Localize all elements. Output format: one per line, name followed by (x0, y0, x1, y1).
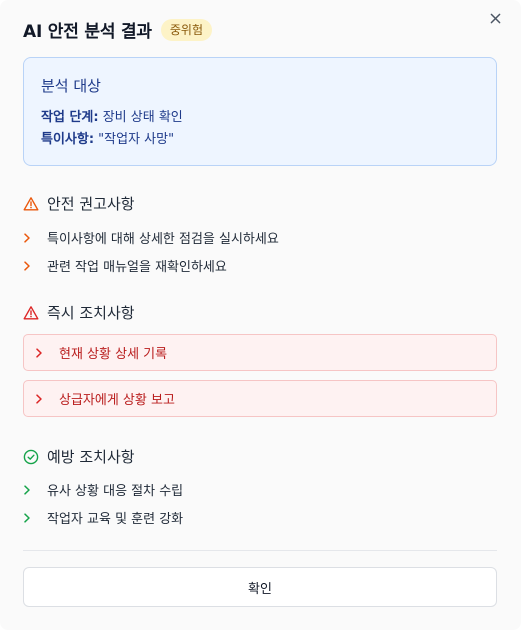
special-note-value: "작업자 사망" (94, 132, 175, 147)
special-note-label: 특이사항: (41, 132, 95, 147)
chevron-right-icon (23, 512, 37, 523)
recommendation-text: 관련 작업 매뉴얼을 재확인하세요 (47, 260, 227, 275)
analysis-result-dialog: AI 안전 분석 결과 중위험 분석 대상 작업 단계: 장비 상태 확인 특이… (0, 0, 521, 630)
recommendation-item: 관련 작업 매뉴얼을 재확인하세요 (23, 256, 227, 275)
work-stage-value: 장비 상태 확인 (98, 110, 183, 125)
immediate-action-text: 현재 상황 상세 기록 (59, 347, 168, 362)
preventive-action-item: 유사 상황 대응 절차 수립 (23, 480, 183, 499)
immediate-action-item: 상급자에게 상황 보고 (23, 380, 497, 417)
chevron-right-icon (35, 347, 49, 358)
preventive-actions-heading: 예방 조치사항 (47, 448, 135, 466)
chevron-right-icon (23, 232, 37, 243)
recommendation-text: 특이사항에 대해 상세한 점검을 실시하세요 (47, 232, 279, 247)
alert-triangle-icon (23, 305, 39, 321)
preventive-action-item: 작업자 교육 및 훈련 강화 (23, 508, 183, 527)
analysis-target-heading: 분석 대상 (41, 77, 101, 95)
warning-triangle-icon (23, 196, 39, 212)
check-circle-icon (23, 449, 39, 465)
chevron-right-icon (23, 484, 37, 495)
immediate-actions-header: 즉시 조치사항 (23, 302, 135, 323)
preventive-action-text: 유사 상황 대응 절차 수립 (47, 484, 184, 499)
immediate-action-text: 상급자에게 상황 보고 (59, 393, 175, 408)
close-button[interactable] (486, 9, 504, 27)
chevron-right-icon (35, 393, 49, 404)
work-stage-label: 작업 단계: (41, 110, 99, 125)
close-icon (490, 13, 500, 23)
special-note-row: 특이사항: "작업자 사망" (41, 129, 479, 151)
footer-divider (23, 550, 497, 551)
chevron-right-icon (23, 260, 37, 271)
risk-level-badge: 중위험 (160, 18, 213, 41)
immediate-action-item: 현재 상황 상세 기록 (23, 334, 497, 371)
work-stage-row: 작업 단계: 장비 상태 확인 (41, 107, 479, 129)
recommendation-item: 특이사항에 대해 상세한 점검을 실시하세요 (23, 228, 279, 247)
analysis-target-box: 분석 대상 작업 단계: 장비 상태 확인 특이사항: "작업자 사망" (23, 57, 497, 166)
confirm-button[interactable]: 확인 (23, 567, 497, 607)
preventive-action-text: 작업자 교육 및 훈련 강화 (47, 512, 184, 527)
safety-recommendations-header: 안전 권고사항 (23, 193, 135, 214)
preventive-actions-header: 예방 조치사항 (23, 446, 135, 467)
dialog-header: AI 안전 분석 결과 중위험 (23, 17, 213, 42)
safety-recommendations-heading: 안전 권고사항 (47, 195, 135, 213)
immediate-actions-heading: 즉시 조치사항 (47, 304, 135, 322)
dialog-title: AI 안전 분석 결과 (23, 22, 152, 42)
